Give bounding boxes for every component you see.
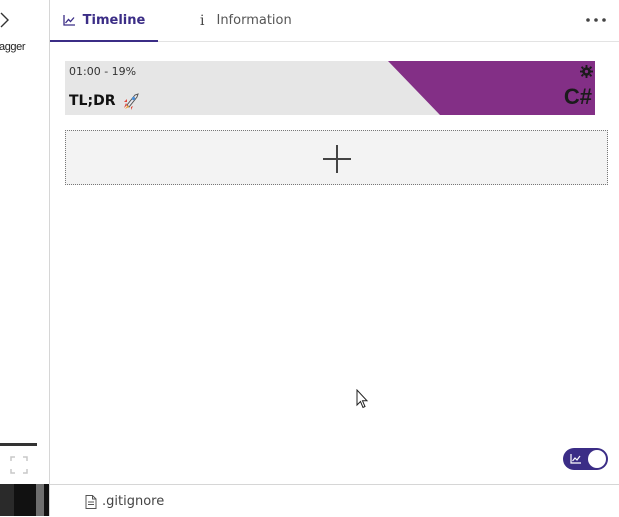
left-panel: agger	[0, 0, 50, 516]
card-title: TL;DR	[69, 93, 116, 109]
tab-information-label: Information	[216, 13, 292, 28]
mouse-cursor-icon	[356, 389, 369, 409]
gear-icon[interactable]	[580, 65, 593, 78]
plus-icon	[323, 145, 351, 173]
card-title-row: TL;DR	[69, 91, 141, 111]
file-bar: .gitignore	[50, 484, 619, 517]
tab-information[interactable]: i Information	[200, 0, 310, 41]
tab-bar: Timeline i Information	[50, 0, 619, 42]
language-accent-stripe	[388, 61, 595, 115]
ellipsis-icon[interactable]	[585, 12, 607, 28]
rocket-icon	[124, 93, 140, 110]
timeline-card[interactable]: 01:00 - 19% TL;DR C#	[65, 61, 595, 115]
chevron-right-icon[interactable]	[0, 10, 12, 30]
tab-timeline-label: Timeline	[82, 13, 146, 28]
card-meta: 01:00 - 19%	[69, 65, 137, 78]
file-item[interactable]: .gitignore	[85, 494, 164, 509]
tab-timeline[interactable]: Timeline	[50, 0, 158, 42]
clipped-label: agger	[0, 41, 26, 53]
file-name: .gitignore	[102, 494, 165, 509]
terminal-strip	[0, 484, 49, 516]
file-icon	[85, 494, 97, 509]
chart-toggle[interactable]	[563, 448, 608, 470]
chart-line-icon	[63, 15, 75, 26]
chart-line-icon	[570, 454, 581, 464]
expand-icon[interactable]	[10, 456, 28, 474]
add-entry-button[interactable]	[65, 130, 608, 185]
panel-divider	[0, 443, 37, 446]
info-icon: i	[200, 12, 205, 29]
language-label: C#	[563, 84, 592, 109]
toggle-knob	[588, 450, 606, 468]
